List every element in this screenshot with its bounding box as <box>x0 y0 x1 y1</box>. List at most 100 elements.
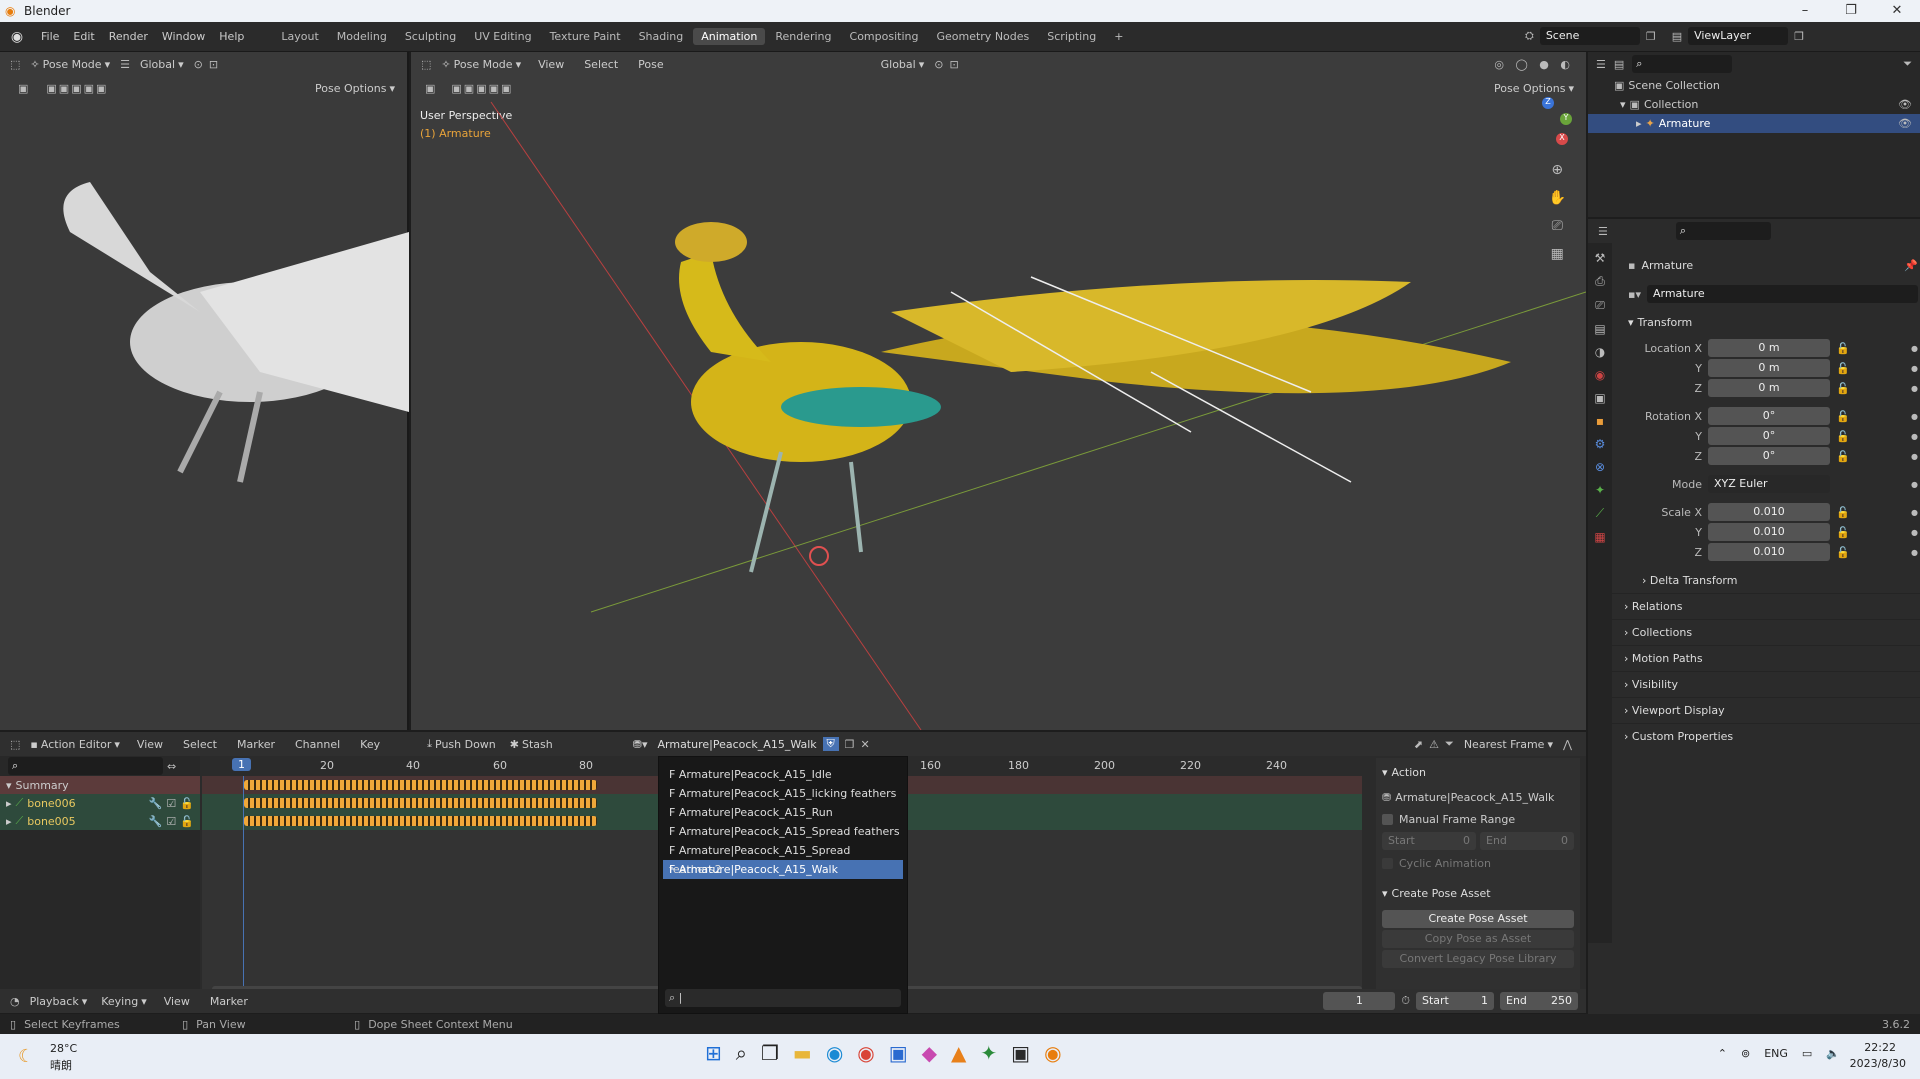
texture-tab-icon[interactable]: ▦ <box>1594 530 1605 544</box>
view-layer-field[interactable]: ViewLayer <box>1688 27 1789 45</box>
channel-summary[interactable]: ▾ Summary <box>0 776 200 794</box>
clock-time[interactable]: 22:22 <box>1864 1041 1896 1054</box>
fake-user-shield-icon[interactable]: ⛨ <box>822 737 839 751</box>
expand-icon[interactable]: ▸ <box>1636 117 1642 130</box>
transform-value-field[interactable]: 0 m <box>1708 359 1830 377</box>
transform-value-field[interactable]: 0.010 <box>1708 543 1830 561</box>
blender-menu-icon[interactable]: ◉ <box>0 29 34 45</box>
left-viewport[interactable]: ⬚ ✧ Pose Mode ▾ ☰ Global ▾ ⊙ ⊡ ▣ ▣▣▣▣▣ Po… <box>0 52 409 730</box>
current-frame-field[interactable]: 1 <box>1323 992 1396 1010</box>
ds-menu-select[interactable]: Select <box>176 738 224 751</box>
navigation-gizmo[interactable]: Z Y X <box>1522 97 1572 147</box>
weather-moon-icon[interactable]: ☾ <box>18 1046 34 1067</box>
action-item-run[interactable]: F Armature|Peacock_A15_Run <box>663 803 903 822</box>
tab-layout[interactable]: Layout <box>273 28 326 45</box>
cyclic-checkbox[interactable] <box>1382 857 1393 869</box>
tab-animation[interactable]: Animation <box>693 28 766 45</box>
gizmo-y-icon[interactable]: Y <box>1560 113 1572 125</box>
properties-editor-icon[interactable]: ☰ <box>1598 225 1608 238</box>
filter-selected-icon[interactable]: ⬈ <box>1414 738 1423 751</box>
terminal-icon[interactable]: ▣ <box>1011 1041 1030 1065</box>
section-custom-properties[interactable]: › Custom Properties <box>1612 723 1920 749</box>
tab-compositing[interactable]: Compositing <box>842 28 927 45</box>
transform-value-field[interactable]: XYZ Euler <box>1708 475 1830 493</box>
dopesheet-editor-icon[interactable]: ⬚ <box>10 738 20 751</box>
start-field[interactable]: Start 0 <box>1382 832 1476 850</box>
app-green-icon[interactable]: ✦ <box>980 1041 997 1065</box>
transform-value-field[interactable]: 0 m <box>1708 339 1830 357</box>
pan-hand-icon[interactable]: ✋ <box>1549 190 1566 206</box>
edge-browser-icon[interactable]: ◉ <box>826 1041 843 1065</box>
zoom-icon[interactable]: ⊕ <box>1549 162 1566 178</box>
lock-icon[interactable]: 🔓 <box>1836 430 1850 443</box>
new-view-layer-icon[interactable]: ❐ <box>1794 30 1804 43</box>
action-browse-button[interactable]: ⛃▾ <box>629 735 652 753</box>
filter-icon[interactable]: ⏷ <box>1903 57 1912 71</box>
outliner-editor-icon[interactable]: ☰ <box>1596 58 1606 71</box>
keying-dropdown[interactable]: Keying ▾ <box>97 992 150 1010</box>
section-viewport-display[interactable]: › Viewport Display <box>1612 697 1920 723</box>
select-mode-icons[interactable]: ▣▣▣▣▣ <box>46 82 108 95</box>
channel-bone005[interactable]: ▸ ⟋ bone005 🔧 ☑ 🔓 <box>0 812 200 830</box>
tab-uv-editing[interactable]: UV Editing <box>466 28 539 45</box>
ds-menu-key[interactable]: Key <box>353 738 387 751</box>
volume-icon[interactable]: 🔈 <box>1826 1047 1840 1060</box>
dopesheet-filter-icon[interactable]: ⏷ <box>1445 737 1454 751</box>
scene-tab-icon[interactable]: ◑ <box>1595 345 1605 359</box>
lock-icon[interactable]: 🔓 <box>1836 526 1850 539</box>
file-explorer-icon[interactable]: ▬ <box>793 1041 812 1065</box>
left-mode-dropdown[interactable]: ✧ Pose Mode ▾ <box>26 55 114 73</box>
blender-taskbar-icon[interactable]: ◉ <box>1044 1041 1061 1065</box>
create-pose-button[interactable]: Create Pose Asset <box>1382 910 1574 928</box>
keyframe-dot-icon[interactable]: ● <box>1911 364 1918 373</box>
transform-value-field[interactable]: 0.010 <box>1708 523 1830 541</box>
action-item-spread[interactable]: F Armature|Peacock_A15_Spread feathers <box>663 822 903 841</box>
tab-shading[interactable]: Shading <box>631 28 692 45</box>
tab-modeling[interactable]: Modeling <box>329 28 395 45</box>
stopwatch-icon[interactable]: ⏱ <box>1401 994 1410 1008</box>
task-view-icon[interactable]: ❐ <box>761 1041 779 1065</box>
menu-render[interactable]: Render <box>102 30 155 43</box>
checkbox-icon[interactable]: ☑ <box>166 815 176 828</box>
clock-date[interactable]: 2023/8/30 <box>1850 1057 1906 1070</box>
taskbar-search-icon[interactable]: ⌕ <box>736 1041 747 1065</box>
checkbox-icon[interactable]: ☑ <box>166 797 176 810</box>
stash-button[interactable]: ✱ Stash <box>506 735 557 753</box>
new-action-icon[interactable]: ❐ <box>845 738 855 751</box>
manual-range-checkbox[interactable] <box>1382 813 1393 825</box>
main-viewport[interactable]: ⬚ ✧ Pose Mode ▾ View Select Pose Global ▾… <box>411 52 1586 730</box>
view-layer-tab-icon[interactable]: ▤ <box>1594 322 1605 336</box>
properties-search-input[interactable]: ⌕ <box>1675 222 1771 240</box>
tool-tab-icon[interactable]: ⚒ <box>1595 251 1606 265</box>
outliner-row-scene-collection[interactable]: ▣ Scene Collection <box>1588 76 1920 95</box>
action-section-header[interactable]: ▾ Action <box>1382 762 1574 782</box>
transform-value-field[interactable]: 0° <box>1708 447 1830 465</box>
start-frame-field[interactable]: Start 1 <box>1416 992 1494 1010</box>
keyframe-dot-icon[interactable]: ● <box>1911 344 1918 353</box>
playback-dropdown[interactable]: Playback ▾ <box>26 992 92 1010</box>
lock-icon[interactable]: 🔓 <box>1836 506 1850 519</box>
channel-bone006[interactable]: ▸ ⟋ bone006 🔧 ☑ 🔓 <box>0 794 200 812</box>
action-item-walk[interactable]: F Armature|Peacock_A15_Walk <box>663 860 903 879</box>
wrench-icon[interactable]: 🔧 <box>149 797 163 810</box>
section-collections[interactable]: › Collections <box>1612 619 1920 645</box>
outliner-search-input[interactable]: ⌕ <box>1632 55 1733 73</box>
timeline-menu-view[interactable]: View <box>157 995 197 1008</box>
outliner-row-armature[interactable]: ▸ ✦ Armature 👁 <box>1588 114 1920 133</box>
snap-icon[interactable]: ⊡ <box>209 58 218 71</box>
collection-tab-icon[interactable]: ▣ <box>1594 391 1605 405</box>
store-icon[interactable]: ▣ <box>889 1041 908 1065</box>
current-frame-indicator[interactable]: 1 <box>232 758 251 771</box>
keyframe-dot-icon[interactable]: ● <box>1911 412 1918 421</box>
menu-help[interactable]: Help <box>212 30 251 43</box>
keyframe-dot-icon[interactable]: ● <box>1911 384 1918 393</box>
tray-chevron-icon[interactable]: ⌃ <box>1718 1047 1727 1060</box>
section-visibility[interactable]: › Visibility <box>1612 671 1920 697</box>
scene-icon[interactable]: ⛭ <box>1525 29 1534 43</box>
object-name-field[interactable]: Armature <box>1646 285 1918 303</box>
section-relations[interactable]: › Relations <box>1612 593 1920 619</box>
lock-icon[interactable]: 🔓 <box>1836 450 1850 463</box>
visibility-eye-icon[interactable]: 👁 <box>1898 98 1912 111</box>
windows-start-icon[interactable]: ⊞ <box>705 1041 722 1065</box>
select-tool-icon[interactable]: ▣ <box>18 82 28 95</box>
